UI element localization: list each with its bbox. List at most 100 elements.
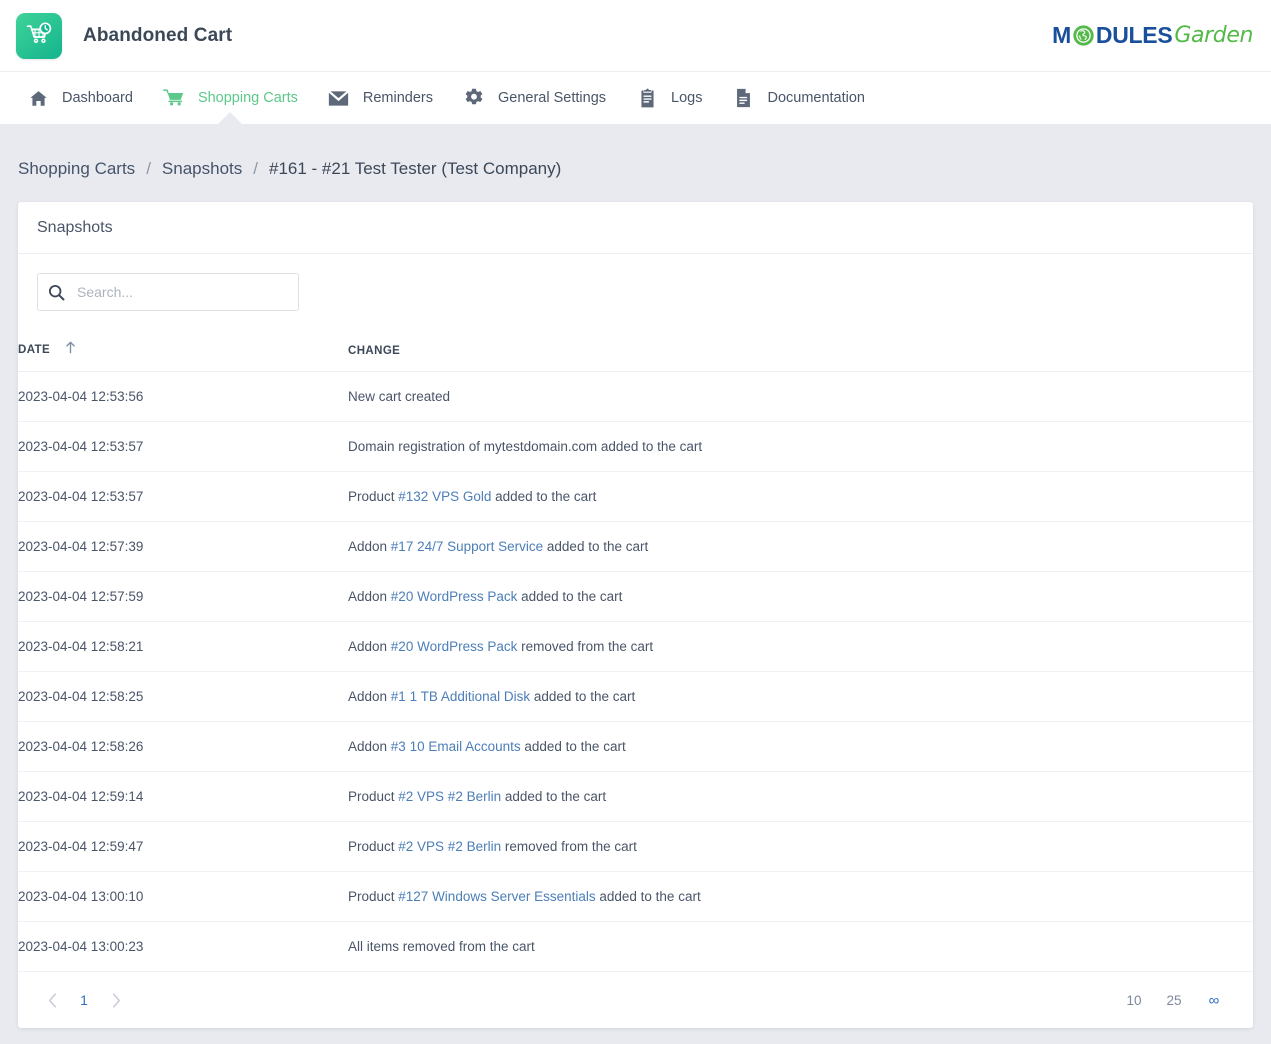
active-nav-pointer [217,112,243,125]
app-header: Abandoned Cart M DULES Garden [0,0,1271,72]
change-text-prefix: Addon [348,739,391,754]
modulesgarden-logo: M DULES Garden [1052,16,1253,56]
cell-change: Product #2 VPS #2 Berlin added to the ca… [348,772,1253,822]
pagination-controls: 1 [35,983,133,1017]
table-row: 2023-04-04 13:00:23All items removed fro… [18,922,1253,972]
nav-item-general-settings[interactable]: General Settings [448,72,621,124]
change-text-prefix: Domain registration of mytestdomain.com … [348,439,702,454]
cell-change: Domain registration of mytestdomain.com … [348,422,1253,472]
change-text-suffix: added to the cart [517,589,622,604]
cell-date: 2023-04-04 12:58:21 [18,622,348,672]
breadcrumb-item-current: #161 - #21 Test Tester (Test Company) [269,159,561,179]
nav-label-shopping-carts: Shopping Carts [198,90,298,106]
table-row: 2023-04-04 12:58:25Addon #1 1 TB Additio… [18,672,1253,722]
table-header-row: DATE CHANGE [18,341,1253,372]
cell-change: New cart created [348,372,1253,422]
nav-label-reminders: Reminders [363,90,433,106]
cell-change: Addon #17 24/7 Support Service added to … [348,522,1253,572]
cell-date: 2023-04-04 12:53:57 [18,422,348,472]
gear-icon [463,88,485,108]
table-header: DATE CHANGE [18,341,1253,372]
cell-date: 2023-04-04 12:58:25 [18,672,348,722]
nav-label-documentation: Documentation [767,90,865,106]
breadcrumb-separator: / [146,159,151,179]
change-item-link[interactable]: #3 10 Email Accounts [391,739,521,754]
card-header: Snapshots [18,202,1253,254]
page-size-10[interactable]: 10 [1114,983,1154,1017]
table-row: 2023-04-04 12:58:26Addon #3 10 Email Acc… [18,722,1253,772]
change-item-link[interactable]: #17 24/7 Support Service [391,539,543,554]
cell-change: Addon #20 WordPress Pack added to the ca… [348,572,1253,622]
home-icon [27,89,49,108]
page-size-selector: 10 25 ∞ [1114,983,1234,1017]
column-header-date[interactable]: DATE [18,341,348,372]
cell-change: Product #132 VPS Gold added to the cart [348,472,1253,522]
breadcrumb-separator: / [253,159,258,179]
search-box[interactable] [37,273,299,311]
cell-date: 2023-04-04 13:00:23 [18,922,348,972]
cell-change: Addon #1 1 TB Additional Disk added to t… [348,672,1253,722]
change-item-link[interactable]: #127 Windows Server Essentials [398,889,595,904]
change-item-link[interactable]: #2 VPS #2 Berlin [398,789,501,804]
document-icon [732,88,754,108]
table-row: 2023-04-04 12:59:14Product #2 VPS #2 Ber… [18,772,1253,822]
column-header-change[interactable]: CHANGE [348,341,1253,372]
nav-item-shopping-carts[interactable]: Shopping Carts [148,72,313,124]
table-row: 2023-04-04 12:53:56New cart created [18,372,1253,422]
change-item-link[interactable]: #1 1 TB Additional Disk [391,689,530,704]
change-item-link[interactable]: #2 VPS #2 Berlin [398,839,501,854]
change-text-prefix: Product [348,889,398,904]
cell-date: 2023-04-04 12:58:26 [18,722,348,772]
breadcrumb-item-snapshots[interactable]: Snapshots [162,159,242,179]
cell-date: 2023-04-04 13:00:10 [18,872,348,922]
change-text-prefix: Addon [348,639,391,654]
arrow-up-icon[interactable] [65,341,76,357]
brand-text-m: M [1052,22,1071,49]
change-text-suffix: added to the cart [521,739,626,754]
chevron-left-icon[interactable] [35,983,69,1017]
search-icon [48,284,65,301]
change-text-prefix: Product [348,489,398,504]
app-title: Abandoned Cart [83,25,232,47]
change-text-suffix: removed from the cart [517,639,653,654]
chevron-right-icon[interactable] [99,983,133,1017]
column-header-date-label: DATE [18,344,50,356]
cell-change: Product #2 VPS #2 Berlin removed from th… [348,822,1253,872]
nav-item-reminders[interactable]: Reminders [313,72,448,124]
change-item-link[interactable]: #132 VPS Gold [398,489,491,504]
cart-icon [163,89,185,108]
nav-label-logs: Logs [671,90,702,106]
column-header-change-label: CHANGE [348,345,400,357]
nav-item-documentation[interactable]: Documentation [717,72,880,124]
change-item-link[interactable]: #20 WordPress Pack [391,639,518,654]
snapshots-table: DATE CHANGE 2023-04-04 12:53:56New cart … [18,341,1253,972]
change-text-suffix: added to the cart [501,789,606,804]
brand-text-dules: DULES [1096,22,1172,49]
cell-date: 2023-04-04 12:59:47 [18,822,348,872]
change-text-prefix: Addon [348,589,391,604]
nav-item-logs[interactable]: Logs [621,72,717,124]
snapshots-card: Snapshots DATE [18,202,1253,1028]
table-body: 2023-04-04 12:53:56New cart created2023-… [18,372,1253,972]
change-text-suffix: added to the cart [491,489,596,504]
change-text-prefix: Product [348,789,398,804]
table-row: 2023-04-04 12:59:47Product #2 VPS #2 Ber… [18,822,1253,872]
search-input[interactable] [77,284,288,300]
change-text-prefix: Product [348,839,398,854]
change-item-link[interactable]: #20 WordPress Pack [391,589,518,604]
page-size-all[interactable]: ∞ [1194,983,1234,1017]
page-size-25[interactable]: 25 [1154,983,1194,1017]
table-row: 2023-04-04 12:53:57Product #132 VPS Gold… [18,472,1253,522]
breadcrumb-item-shopping-carts[interactable]: Shopping Carts [18,159,135,179]
shopping-cart-clock-icon [16,13,62,59]
cell-date: 2023-04-04 12:53:57 [18,472,348,522]
globe-icon [1072,24,1095,47]
cell-date: 2023-04-04 12:59:14 [18,772,348,822]
search-area [18,254,1253,311]
nav-label-dashboard: Dashboard [62,90,133,106]
cell-change: Addon #20 WordPress Pack removed from th… [348,622,1253,672]
nav-item-dashboard[interactable]: Dashboard [12,72,148,124]
page-number-1[interactable]: 1 [69,983,99,1017]
breadcrumb: Shopping Carts / Snapshots / #161 - #21 … [0,124,1271,179]
cell-date: 2023-04-04 12:57:39 [18,522,348,572]
